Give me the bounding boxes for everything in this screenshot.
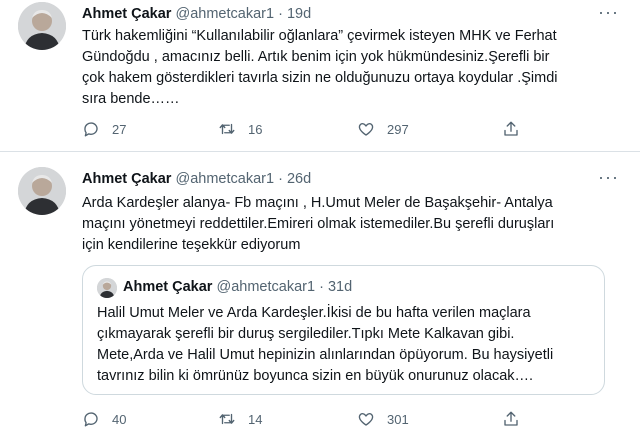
tweet-divider (0, 151, 640, 152)
share-button[interactable] (502, 410, 520, 428)
author-handle[interactable]: @ahmetcakar1 (175, 171, 274, 187)
reply-button[interactable]: 40 (82, 410, 126, 428)
like-button[interactable]: 297 (357, 120, 409, 138)
tweet-text-line: için kendilerine teşekkür ediyorum (82, 237, 301, 253)
quoted-text-line: Halil Umut Meler ve Arda Kardeşler.İkisi… (97, 305, 531, 321)
heart-icon (358, 123, 374, 136)
tweet[interactable]: Ahmet Çakar @ahmetcakar1 · 26d ··· Arda … (0, 155, 640, 439)
retweet-count: 16 (248, 121, 263, 137)
reply-icon (84, 412, 98, 427)
separator-dot: · (278, 6, 283, 22)
share-icon (504, 121, 518, 136)
heart-icon (358, 413, 374, 426)
reply-button[interactable]: 27 (82, 120, 126, 138)
author-name[interactable]: Ahmet Çakar (82, 171, 171, 187)
quoted-text-line: tavrınız bilin ki ömrünüz boyunca sizin … (97, 368, 534, 384)
share-icon (504, 411, 518, 426)
reply-count: 40 (112, 411, 127, 427)
like-button[interactable]: 301 (357, 410, 409, 428)
quoted-avatar (97, 278, 117, 298)
reply-icon (84, 122, 98, 137)
quoted-author-handle: @ahmetcakar1 (216, 279, 316, 295)
tweet-text-line: çok hakem gösterdikleri tavırla sizin ne… (82, 70, 558, 86)
author-handle[interactable]: @ahmetcakar1 (175, 6, 274, 22)
tweet-text-line: maçını yönetmeyi reddettiler.Emireri olm… (82, 216, 555, 232)
tweet-feed: Ahmet Çakar @ahmetcakar1 · 19d ··· Türk … (0, 0, 640, 439)
tweet-text-line: Gündoğdu , amacınız belli. Artık benim i… (82, 49, 550, 65)
quoted-tweet[interactable]: Ahmet Çakar @ahmetcakar1 · 31d Halil Umu… (82, 265, 605, 395)
tweet-header: Ahmet Çakar @ahmetcakar1 · 19d (82, 6, 311, 22)
retweet-count: 14 (248, 411, 263, 427)
quoted-text: Halil Umut Meler ve Arda Kardeşler.İkisi… (97, 303, 597, 387)
tweet[interactable]: Ahmet Çakar @ahmetcakar1 · 19d ··· Türk … (0, 0, 640, 150)
avatar[interactable] (18, 2, 66, 50)
retweet-icon (219, 413, 235, 425)
action-bar: 27 16 297 (82, 120, 532, 140)
separator-dot: · (278, 171, 283, 187)
tweet-text-line: sıra bende…… (82, 91, 180, 107)
retweet-button[interactable]: 14 (218, 410, 262, 428)
author-name[interactable]: Ahmet Çakar (82, 6, 171, 22)
tweet-text-line: Arda Kardeşler alanya- Fb maçını , H.Umu… (82, 195, 553, 211)
quoted-text-line: çıkmayarak şerefli bir duruş sergiledile… (97, 326, 515, 342)
timestamp[interactable]: 26d (287, 171, 311, 187)
tweet-text-line: Türk hakemliğini “Kullanılabilir oğlanla… (82, 28, 557, 44)
tweet-text: Arda Kardeşler alanya- Fb maçını , H.Umu… (82, 193, 617, 256)
share-button[interactable] (502, 120, 520, 138)
quoted-author-name: Ahmet Çakar (123, 279, 213, 295)
quoted-text-line: Mete,Arda ve Halil Umut hepinizin alınla… (97, 347, 554, 363)
reply-count: 27 (112, 121, 127, 137)
tweet-text: Türk hakemliğini “Kullanılabilir oğlanla… (82, 26, 617, 110)
like-count: 301 (387, 411, 409, 427)
retweet-icon (219, 123, 235, 135)
action-bar: 40 14 301 (82, 410, 532, 430)
more-horizontal-icon[interactable]: ··· (598, 168, 618, 186)
avatar[interactable] (18, 167, 66, 215)
tweet-header: Ahmet Çakar @ahmetcakar1 · 26d (82, 171, 311, 187)
quoted-timestamp: 31d (327, 279, 353, 295)
more-horizontal-icon[interactable]: ··· (598, 3, 618, 21)
like-count: 297 (387, 121, 409, 137)
separator-dot: · (319, 279, 324, 295)
retweet-button[interactable]: 16 (218, 120, 262, 138)
timestamp[interactable]: 19d (287, 6, 311, 22)
quoted-header: Ahmet Çakar @ahmetcakar1 · 31d (123, 279, 352, 295)
